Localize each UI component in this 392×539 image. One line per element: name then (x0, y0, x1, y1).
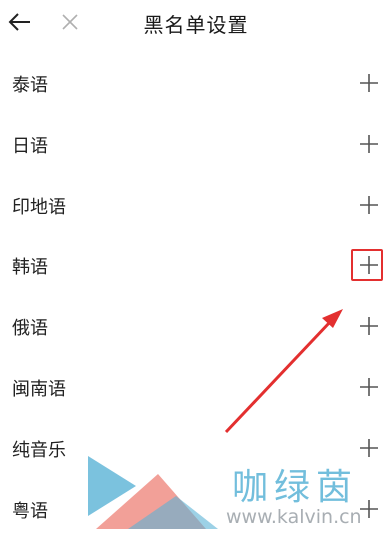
list-item-label: 闽南语 (12, 378, 66, 400)
plus-icon (360, 134, 378, 153)
plus-icon (360, 317, 378, 336)
list-item-label: 俄语 (12, 318, 48, 340)
list-item-label: 纯音乐 (12, 439, 66, 461)
add-button[interactable] (356, 70, 382, 96)
page-title: 黑名单设置 (143, 13, 249, 37)
list-item-label: 泰语 (12, 75, 48, 96)
plus-icon (360, 74, 378, 92)
add-button[interactable] (356, 435, 382, 461)
top-bar: 黑名单设置 (0, 0, 392, 44)
plus-icon (360, 256, 378, 275)
add-button[interactable] (356, 374, 382, 400)
list-item: 印地语 (0, 175, 392, 236)
list-item-label: 粤语 (12, 500, 48, 522)
list-item: 闽南语 (0, 357, 392, 418)
plus-icon (360, 438, 378, 457)
add-button[interactable] (356, 131, 382, 157)
plus-icon (360, 195, 378, 214)
plus-icon (360, 377, 378, 396)
list-item: 日语 (0, 114, 392, 175)
list-item: 俄语 (0, 296, 392, 357)
watermark-url: www.kalvin.cn (226, 506, 362, 528)
list-item-label: 韩语 (12, 257, 48, 279)
list-item-label: 印地语 (12, 196, 66, 218)
plus-icon (360, 499, 378, 518)
add-button[interactable] (356, 252, 382, 278)
list-item: 泰语 (0, 53, 392, 114)
add-button[interactable] (356, 192, 382, 218)
add-button[interactable] (356, 313, 382, 339)
list-item: 韩语 (0, 235, 392, 296)
watermark-text: 咖绿茵 (232, 467, 359, 508)
list-item-label: 日语 (12, 135, 48, 157)
